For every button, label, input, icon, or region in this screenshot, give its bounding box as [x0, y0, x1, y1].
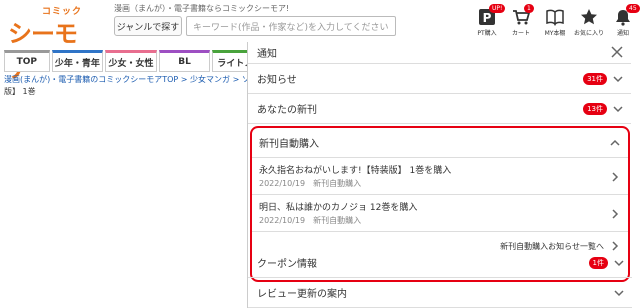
point-label: PT購入: [477, 30, 497, 37]
tab-shojo-josei[interactable]: 少女・女性: [105, 50, 157, 72]
coupon-count-badge: 1件: [588, 257, 608, 269]
tab-light-novel[interactable]: ライトノ: [212, 50, 251, 72]
notification-badge: 45: [626, 4, 640, 13]
site-tagline: 漫画（まんが）・電子書籍ならコミックシーモア!: [114, 4, 290, 13]
notification-label: 通知: [616, 30, 629, 37]
new-release-count-badge: 13件: [583, 103, 607, 115]
panel-title: 通知: [257, 49, 277, 60]
header-nav-icons: P UP! PT購入 1 カート MY本棚 お気に入り 45 通知: [470, 2, 640, 44]
cart-badge: 1: [524, 4, 534, 13]
coupon-label: クーポン情報: [257, 259, 317, 270]
chevron-down-icon: [613, 105, 623, 112]
search-input[interactable]: キーワード(作品・作家など)を入力してください: [186, 16, 396, 36]
close-icon[interactable]: [611, 46, 623, 58]
chevron-down-icon: [614, 259, 624, 266]
bookshelf-label: MY本棚: [544, 30, 566, 37]
cart-label: カート: [511, 30, 530, 37]
svg-text:P: P: [483, 11, 492, 25]
review-update-row[interactable]: レビュー更新の案内: [248, 278, 632, 308]
genre-search-button[interactable]: ジャンルで探す: [114, 16, 182, 36]
point-badge: UP!: [489, 4, 506, 13]
cart-button[interactable]: 1 カート: [504, 2, 538, 44]
breadcrumb-tail: 版】 1巻: [4, 87, 36, 96]
item-status: 新刊自動購入: [313, 179, 362, 188]
chevron-right-icon: [612, 209, 619, 219]
breadcrumb[interactable]: 漫画(まんが)・電子書籍のコミックシーモアTOP > 少女マンガ > ソ: [4, 74, 248, 85]
item-title: 永久指名おねがいします!【特装版】 1巻を購入: [259, 166, 452, 176]
notification-button[interactable]: 45 通知: [606, 2, 640, 44]
category-tabs: TOP 少年・青年 少女・女性 BL ライトノ: [4, 50, 252, 72]
auto-purchase-title: 新刊自動購入: [259, 139, 319, 150]
point-purchase-button[interactable]: P UP! PT購入: [470, 2, 506, 44]
tab-top[interactable]: TOP: [4, 50, 50, 72]
chevron-up-icon: [610, 139, 620, 146]
chevron-right-icon: [612, 172, 619, 182]
site-logo[interactable]: コミック シーモア: [6, 4, 98, 83]
star-icon: [581, 9, 597, 25]
auto-purchase-header[interactable]: 新刊自動購入: [252, 128, 628, 158]
notice-row[interactable]: お知らせ 31件: [248, 64, 631, 94]
notice-count-badge: 31件: [583, 73, 607, 85]
book-icon: [546, 9, 564, 26]
coupon-row[interactable]: クーポン情報 1件: [248, 248, 632, 278]
auto-purchase-item[interactable]: 明日、私は誰かのカノジョ 12巻を購入 2022/10/19 新刊自動購入: [252, 195, 628, 232]
chevron-down-icon: [613, 75, 623, 82]
item-date: 2022/10/19: [259, 179, 306, 188]
review-update-label: レビュー更新の案内: [257, 289, 347, 300]
favorites-label: お気に入り: [573, 30, 604, 37]
new-release-label: あなたの新刊: [257, 105, 317, 116]
my-bookshelf-button[interactable]: MY本棚: [538, 2, 572, 44]
item-status: 新刊自動購入: [313, 216, 362, 225]
tab-shonen-seinen[interactable]: 少年・青年: [51, 50, 104, 72]
auto-purchase-item[interactable]: 永久指名おねがいします!【特装版】 1巻を購入 2022/10/19 新刊自動購…: [252, 158, 628, 195]
item-date: 2022/10/19: [259, 216, 306, 225]
new-release-row[interactable]: あなたの新刊 13件: [248, 94, 631, 124]
site-header: コミック シーモア 漫画（まんが）・電子書籍ならコミックシーモア! ジャンルで探…: [0, 0, 640, 83]
favorites-button[interactable]: お気に入り: [572, 2, 606, 44]
panel-header: 通知: [248, 42, 631, 64]
tab-bl[interactable]: BL: [158, 50, 211, 72]
item-title: 明日、私は誰かのカノジョ 12巻を購入: [259, 203, 418, 213]
notice-label: お知らせ: [257, 75, 297, 86]
chevron-down-icon: [614, 289, 624, 296]
notification-panel: 通知 お知らせ 31件 あなたの新刊 13件 新刊自動購入 永久指名おねがいしま…: [247, 42, 632, 308]
